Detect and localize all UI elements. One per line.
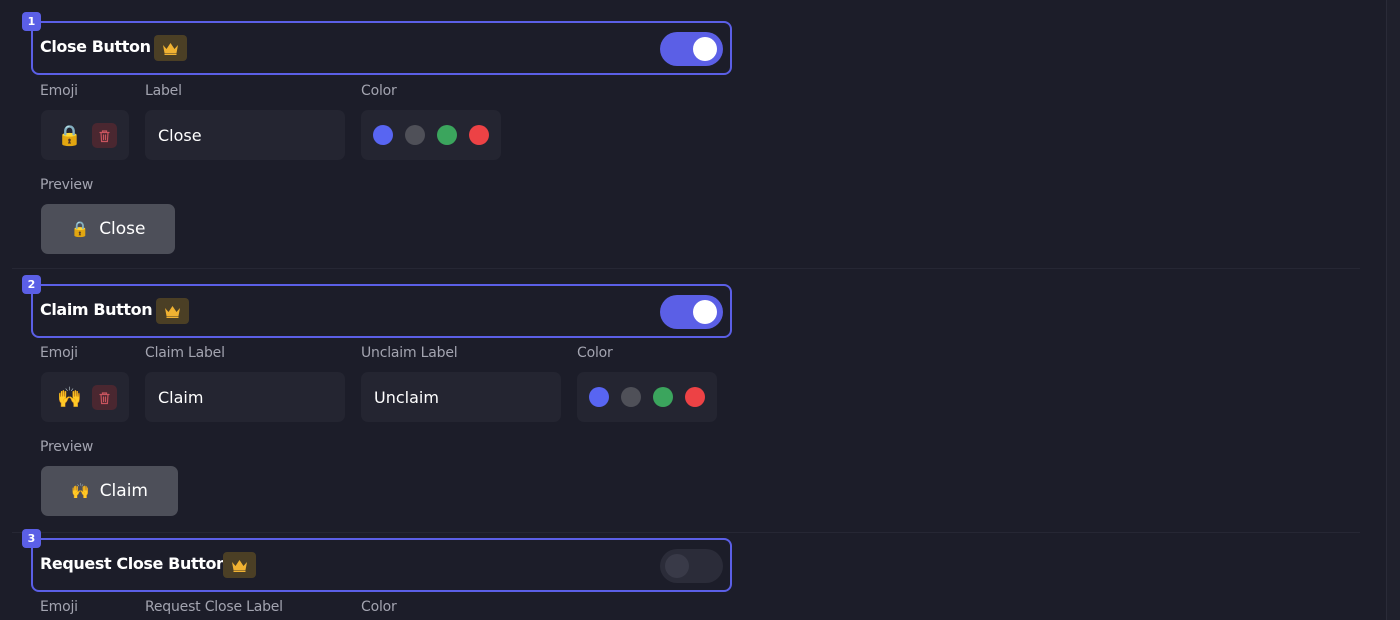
request-close-button-header[interactable]: Request Close Button xyxy=(31,538,732,592)
emoji-label: Emoji xyxy=(40,599,78,615)
crown-icon xyxy=(223,552,256,578)
enable-toggle[interactable] xyxy=(660,549,723,583)
request-close-label-caption: Request Close Label xyxy=(145,599,283,615)
toggle-knob xyxy=(665,554,689,578)
section-title: Request Close Button xyxy=(40,554,228,573)
section-number-badge: 3 xyxy=(22,529,41,548)
request-close-button-section: Request Close Button 3 Emoji Request Clo… xyxy=(0,0,1400,620)
color-caption: Color xyxy=(361,599,397,615)
